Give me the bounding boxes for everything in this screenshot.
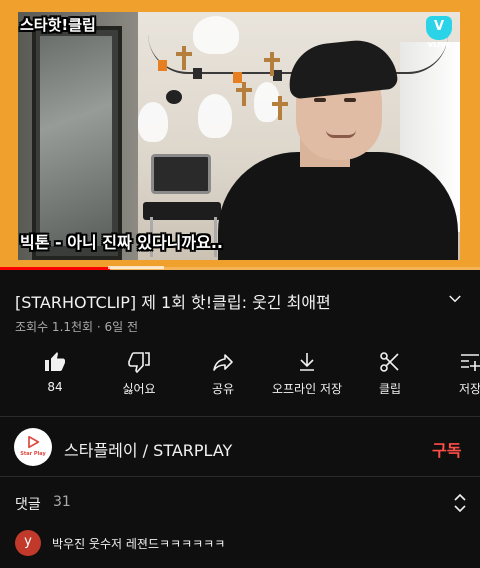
subscribe-button[interactable]: 구독 [432,437,461,461]
play-icon [28,435,40,449]
vlive-logo: V VLIVE [424,16,454,50]
expand-collapse-icon[interactable] [452,492,468,514]
cross-decoration [264,52,280,76]
thumb-up-icon [45,352,65,371]
chevron-down-icon[interactable] [446,290,464,308]
channel-avatar[interactable]: Star Play [14,428,52,466]
person-mouth [326,130,356,138]
person-body [218,152,458,260]
garland-flag [158,60,167,71]
video-progress-bar[interactable] [0,267,480,270]
save-button[interactable]: 저장 [424,350,480,402]
commenter-avatar[interactable]: y [15,530,41,556]
cross-decoration [272,96,288,120]
vlive-label: VLIVE [427,41,451,49]
download-icon [300,353,314,371]
chair-seat [143,202,221,220]
cross-decoration [236,82,252,106]
offline-save-button[interactable]: 오프라인 저장 [261,350,353,402]
scissors-icon [380,352,399,372]
video-subtitle: 빅톤 - 아니 진짜 있다니까요.. [20,233,223,252]
action-bar: 84 싫어요 공유 오프라인 저장 클립 저장 [0,350,480,402]
video-meta: 조회수 1.1천회 · 6일 전 [15,320,139,334]
channel-avatar-text: Star Play [20,451,46,457]
ghost-decoration [138,102,168,142]
spider-decoration [166,90,182,104]
comments-label[interactable]: 댓글 [15,494,41,514]
clip-button[interactable]: 클립 [344,350,436,402]
video-watermark: 스타핫!클립 [20,16,96,34]
channel-name[interactable]: 스타플레이 / STARPLAY [64,437,232,461]
video-progress-buffer [108,266,164,269]
garland-flag [193,68,202,79]
video-frame [18,12,460,260]
clip-label: 클립 [378,382,402,396]
ghost-decoration [198,94,232,138]
video-progress-fill [0,267,111,270]
comment-text: 박우진 웃수저 레젼드ㅋㅋㅋㅋㅋㅋ [52,537,226,551]
garland-flag [273,70,282,81]
video-title[interactable]: [STARHOTCLIP] 제 1회 핫!클립: 웃긴 최애편 [15,289,435,313]
dislike-label: 싫어요 [122,382,156,396]
person-eye [314,98,326,102]
share-icon [213,354,233,371]
divider [0,476,480,477]
person-eye [344,98,356,102]
divider [0,416,480,417]
video-player[interactable]: 스타핫!클립 V VLIVE 빅톤 - 아니 진짜 있다니까요.. [0,0,480,270]
video-door-glass [40,36,112,246]
chair [151,154,211,194]
playlist-add-icon [461,354,480,371]
comments-count: 31 [53,494,71,510]
like-button[interactable]: 84 [9,350,101,402]
cross-decoration [176,46,192,70]
thumb-down-icon [128,352,150,374]
ghost-decoration [193,16,239,54]
garland-flag [233,72,242,83]
like-count: 84 [47,380,63,394]
offline-save-label: 오프라인 저장 [271,382,343,396]
vlive-icon: V [426,16,452,40]
share-button[interactable]: 공유 [177,350,269,402]
save-label: 저장 [458,382,480,396]
dislike-button[interactable]: 싫어요 [93,350,185,402]
share-label: 공유 [211,382,235,396]
